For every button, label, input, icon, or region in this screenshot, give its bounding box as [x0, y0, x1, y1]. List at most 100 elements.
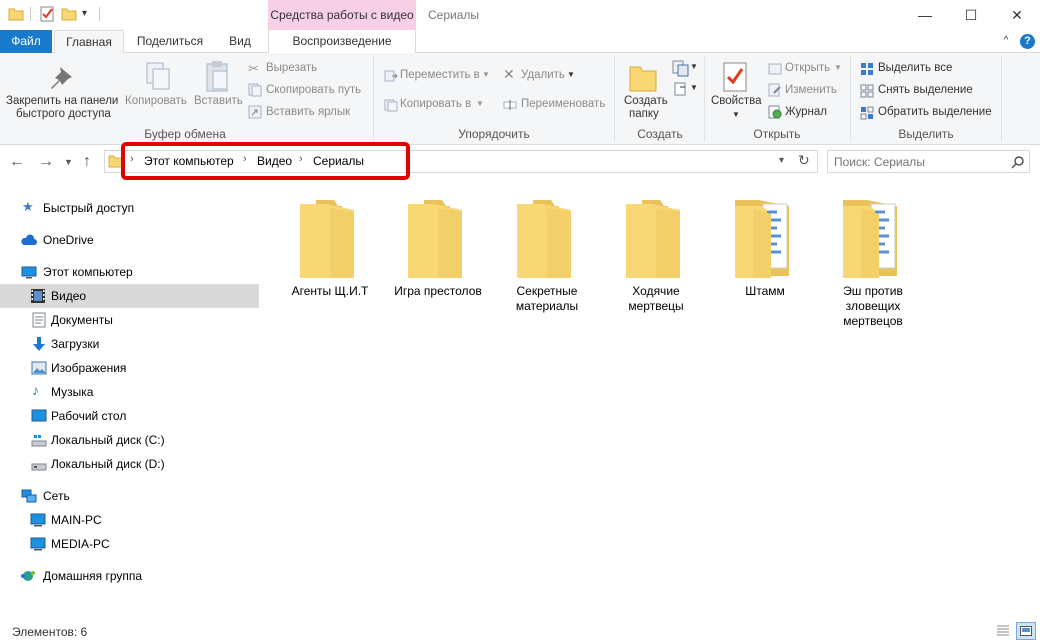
select-all-button[interactable]: Выделить все	[878, 62, 952, 74]
sidebar-item-label: Загрузки	[51, 337, 100, 351]
folder-item[interactable]: Эш против зловещих мертвецов	[823, 196, 923, 346]
tab-home[interactable]: Главная	[54, 30, 124, 54]
sidebar-item-pictures[interactable]: Изображения	[0, 356, 259, 380]
sidebar-item-desktop[interactable]: Рабочий стол	[0, 404, 259, 428]
select-none-button[interactable]: Снять выделение	[878, 84, 973, 96]
cut-button[interactable]: Вырезать	[266, 62, 317, 74]
folder-icon	[300, 200, 354, 278]
address-history-chevron-icon[interactable]: ▾	[779, 155, 784, 166]
sidebar-item-videos[interactable]: Видео	[0, 284, 259, 308]
chevron-down-icon: ▼	[690, 62, 698, 71]
move-to-button[interactable]: Переместить в	[400, 69, 480, 81]
select-group-label: Выделить	[898, 127, 954, 141]
sidebar-item-label: Видео	[51, 289, 87, 303]
collapse-ribbon-button[interactable]: ^	[998, 30, 1014, 53]
picture-icon	[31, 361, 47, 375]
new-folder-icon[interactable]	[61, 6, 77, 22]
edit-button[interactable]: Изменить	[785, 84, 837, 96]
folder-item[interactable]: Игра престолов	[388, 196, 488, 346]
sidebar-item-drive-d[interactable]: Локальный диск (D:)	[0, 452, 259, 476]
sidebar-item-label: Рабочий стол	[51, 409, 127, 423]
tab-view[interactable]: Вид	[218, 30, 262, 53]
pin-icon	[51, 67, 72, 89]
refresh-icon[interactable]: ↻	[798, 152, 810, 169]
sidebar-item-downloads[interactable]: Загрузки	[0, 332, 259, 356]
new-folder-label-1[interactable]: Создать	[624, 95, 668, 107]
properties-button[interactable]: Свойства	[711, 95, 762, 107]
folder-icon[interactable]	[8, 6, 24, 22]
copy-to-button[interactable]: Копировать в	[400, 98, 471, 110]
sidebar-item-media-pc[interactable]: MEDIA-PC	[0, 532, 259, 556]
folder-icon	[626, 200, 680, 278]
music-note-icon: ♪	[32, 382, 39, 398]
open-icon	[768, 63, 782, 75]
customize-toolbar-icon[interactable]: ▾	[82, 8, 87, 19]
pin-to-quick-access-label-2[interactable]: быстрого доступа	[16, 108, 111, 120]
sidebar-item-quick-access[interactable]: ★ Быстрый доступ	[0, 196, 259, 220]
drive-icon	[31, 463, 47, 471]
title-bar: ▾ Средства работы с видео Сериалы — ☐ ✕	[0, 0, 1040, 30]
document-icon	[32, 312, 46, 328]
sidebar-item-onedrive[interactable]: OneDrive	[0, 228, 259, 252]
paste-shortcut-button[interactable]: Вставить ярлык	[266, 106, 350, 118]
back-arrow-icon[interactable]: ←	[9, 153, 25, 171]
pin-to-quick-access-label-1[interactable]: Закрепить на панели	[6, 95, 118, 107]
history-button[interactable]: Журнал	[785, 106, 827, 118]
open-button[interactable]: Открыть	[785, 62, 830, 74]
search-box[interactable]	[827, 150, 1030, 173]
address-highlight-frame	[121, 142, 410, 180]
navigation-pane: ★ Быстрый доступ OneDrive Этот компьютер…	[0, 196, 260, 616]
paste-button[interactable]: Вставить	[194, 95, 243, 107]
sidebar-item-network[interactable]: Сеть	[0, 484, 259, 508]
copy-button[interactable]: Копировать	[125, 95, 187, 107]
delete-button[interactable]: Удалить	[521, 69, 565, 81]
sidebar-item-documents[interactable]: Документы	[0, 308, 259, 332]
folder-icon	[517, 200, 571, 278]
sidebar-item-main-pc[interactable]: MAIN-PC	[0, 508, 259, 532]
download-arrow-icon	[33, 337, 45, 351]
up-arrow-icon[interactable]: ↑	[83, 153, 91, 171]
sidebar-item-label: Этот компьютер	[43, 265, 133, 279]
search-input[interactable]	[834, 153, 1004, 170]
sidebar-item-music[interactable]: ♪ Музыка	[0, 380, 259, 404]
copy-path-button[interactable]: Скопировать путь	[266, 84, 361, 96]
folder-item[interactable]: Штамм	[715, 196, 815, 346]
sidebar-item-drive-c[interactable]: Локальный диск (C:)	[0, 428, 259, 452]
folder-item[interactable]: Секретные материалы	[497, 196, 597, 346]
close-button[interactable]: ✕	[994, 0, 1040, 30]
window-title: Сериалы	[428, 8, 480, 22]
details-view-icon[interactable]	[996, 624, 1010, 638]
chevron-down-icon: ▼	[567, 70, 575, 79]
open-group-label: Открыть	[753, 127, 801, 141]
copy-to-icon	[384, 99, 398, 112]
sidebar-item-label: Быстрый доступ	[43, 201, 135, 215]
copy-icon	[146, 62, 170, 90]
tab-playback[interactable]: Воспроизведение	[268, 30, 416, 53]
invert-selection-button[interactable]: Обратить выделение	[878, 106, 992, 118]
folder-label: Секретные материалы	[515, 284, 579, 313]
folder-item[interactable]: Ходячие мертвецы	[606, 196, 706, 346]
sidebar-item-this-pc[interactable]: Этот компьютер	[0, 260, 259, 284]
properties-icon[interactable]	[39, 6, 55, 22]
cloud-icon	[21, 234, 37, 245]
new-folder-label-2[interactable]: папку	[629, 108, 659, 120]
folder-item[interactable]: Агенты Щ.И.Т	[280, 196, 380, 346]
sidebar-item-label: Домашняя группа	[43, 569, 143, 583]
maximize-button[interactable]: ☐	[948, 0, 994, 30]
search-icon[interactable]	[1011, 155, 1025, 169]
minimize-button[interactable]: —	[902, 0, 948, 30]
help-button[interactable]: ?	[1020, 34, 1035, 49]
forward-arrow-icon[interactable]: →	[38, 153, 54, 171]
tab-file[interactable]: Файл	[0, 30, 52, 53]
sidebar-item-label: Локальный диск (C:)	[51, 433, 165, 447]
star-icon: ★	[22, 199, 34, 214]
tab-share[interactable]: Поделиться	[130, 30, 210, 53]
large-icons-view-button[interactable]	[1016, 622, 1036, 640]
recent-locations-chevron-icon[interactable]: ▼	[64, 157, 73, 167]
chevron-down-icon: ▼	[834, 63, 842, 72]
edit-icon	[768, 83, 781, 97]
sidebar-item-homegroup[interactable]: Домашняя группа	[0, 564, 259, 588]
folder-label: Эш против зловещих мертвецов	[843, 284, 903, 328]
rename-button[interactable]: Переименовать	[521, 98, 605, 110]
chevron-down-icon: ▼	[482, 70, 490, 79]
